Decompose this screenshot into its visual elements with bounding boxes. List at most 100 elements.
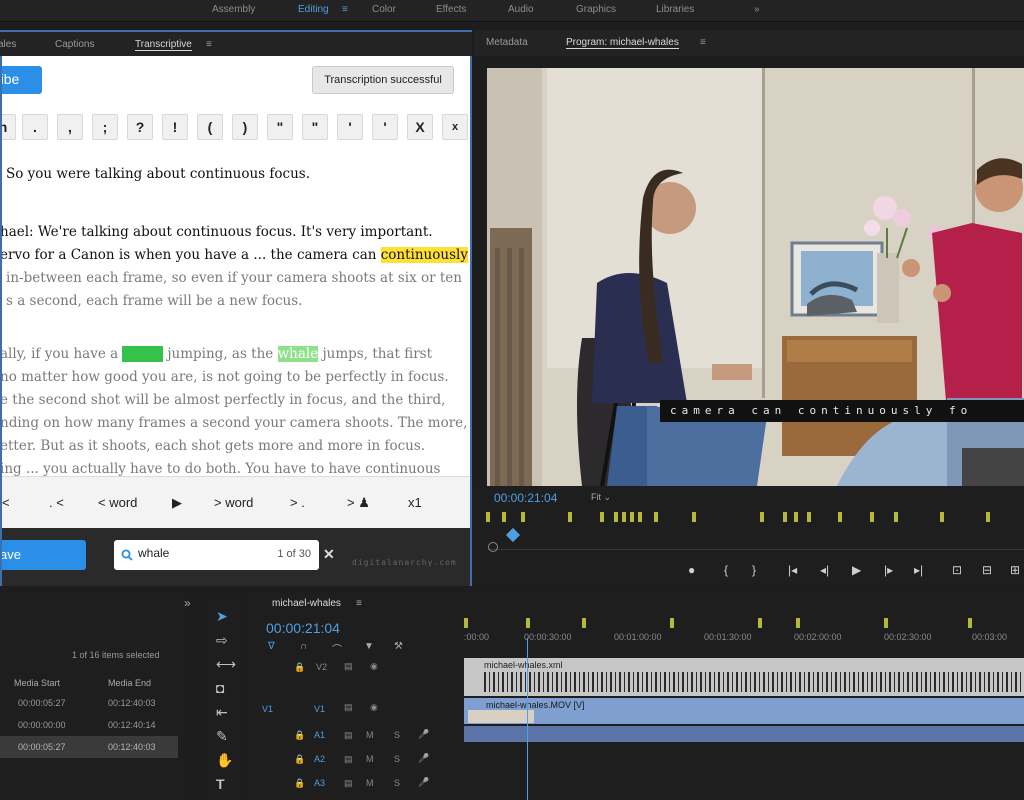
punct-semicolon-button[interactable]: ; xyxy=(92,114,118,140)
sequence-tab[interactable]: michael-whales xyxy=(272,598,341,609)
tab-menu-icon[interactable]: ≡ xyxy=(700,37,706,48)
punct-open-quote-button[interactable]: " xyxy=(267,114,293,140)
time-ruler[interactable]: :00:00 00:00:30:00 00:01:00:00 00:01:30:… xyxy=(464,616,1024,656)
marker[interactable] xyxy=(526,618,530,628)
clear-search-icon[interactable]: ✕ xyxy=(323,546,335,563)
razor-tool-icon[interactable]: ◘ xyxy=(216,680,224,696)
panel-more-icon[interactable]: » xyxy=(184,596,191,610)
sync-lock-icon[interactable]: ▤ xyxy=(344,730,353,741)
delete-space-button[interactable]: x xyxy=(442,114,468,140)
workspace-effects[interactable]: Effects xyxy=(436,4,466,15)
selection-tool-icon[interactable]: ➤ xyxy=(216,608,228,625)
punct-period-button[interactable]: . xyxy=(22,114,48,140)
highlighted-word[interactable]: continuously xyxy=(380,247,468,263)
extract-button[interactable]: ⊟ xyxy=(982,563,992,577)
table-row[interactable]: 00:00:00:00 00:12:40:14 xyxy=(0,714,178,736)
microphone-icon[interactable]: 🎤 xyxy=(418,729,429,740)
program-video-frame[interactable] xyxy=(487,68,1024,486)
eye-icon[interactable]: ◉ xyxy=(370,661,378,672)
go-to-in-button[interactable]: |◂ xyxy=(788,563,797,577)
track-select-tool-icon[interactable]: ⇨ xyxy=(216,632,228,649)
punct-comma-button[interactable]: , xyxy=(57,114,83,140)
punct-close-single-quote-button[interactable]: ' xyxy=(372,114,398,140)
playhead-line[interactable] xyxy=(527,638,528,800)
marker[interactable] xyxy=(968,618,972,628)
punct-question-button[interactable]: ? xyxy=(127,114,153,140)
tab-transcriptive[interactable]: Transcriptive xyxy=(135,39,192,51)
export-frame-button[interactable]: ⊞ xyxy=(1010,563,1020,577)
lift-button[interactable]: ⊡ xyxy=(952,563,962,577)
marker[interactable] xyxy=(486,512,490,522)
clip-mov-audio[interactable] xyxy=(464,726,1024,742)
workspace-color[interactable]: Color xyxy=(372,4,396,15)
marker[interactable] xyxy=(870,512,874,522)
mute-button[interactable]: M xyxy=(366,778,374,788)
search-input[interactable] xyxy=(138,546,258,560)
mute-button[interactable]: M xyxy=(366,730,374,740)
type-tool-icon[interactable]: T xyxy=(216,776,225,792)
sync-lock-icon[interactable]: ▤ xyxy=(344,702,353,713)
workspace-libraries[interactable]: Libraries xyxy=(656,4,694,15)
solo-button[interactable]: S xyxy=(394,754,400,764)
solo-button[interactable]: S xyxy=(394,730,400,740)
marker[interactable] xyxy=(986,512,990,522)
mark-out-button[interactable]: } xyxy=(752,563,756,577)
tab-menu-icon[interactable]: ≡ xyxy=(206,39,212,50)
prev-sentence-button[interactable]: < xyxy=(2,495,10,510)
marker[interactable] xyxy=(502,512,506,522)
settings-wrench-icon[interactable]: ⚒ xyxy=(394,641,403,652)
search-match[interactable]: whale xyxy=(277,346,319,362)
marker[interactable] xyxy=(783,512,787,522)
marker[interactable] xyxy=(796,618,800,628)
speed-button[interactable]: x1 xyxy=(408,495,422,510)
workspace-graphics[interactable]: Graphics xyxy=(576,4,616,15)
lock-icon[interactable]: 🔒 xyxy=(294,730,305,741)
prev-word-button[interactable]: < word xyxy=(98,495,137,510)
transcribe-button[interactable]: ribe xyxy=(2,66,42,94)
punct-close-paren-button[interactable]: ) xyxy=(232,114,258,140)
marker[interactable] xyxy=(760,512,764,522)
marker[interactable] xyxy=(884,618,888,628)
marker[interactable] xyxy=(894,512,898,522)
zoom-fit-dropdown[interactable]: Fit ⌄ xyxy=(591,492,611,503)
punct-button[interactable]: n xyxy=(2,114,16,140)
punct-open-paren-button[interactable]: ( xyxy=(197,114,223,140)
marker[interactable] xyxy=(630,512,634,522)
microphone-icon[interactable]: 🎤 xyxy=(418,777,429,788)
marker[interactable] xyxy=(600,512,604,522)
sync-lock-icon[interactable]: ▤ xyxy=(344,661,353,672)
sync-lock-icon[interactable]: ▤ xyxy=(344,754,353,765)
next-period-button[interactable]: > . xyxy=(290,495,305,510)
punct-close-quote-button[interactable]: " xyxy=(302,114,328,140)
delete-word-button[interactable]: X xyxy=(407,114,433,140)
marker[interactable] xyxy=(614,512,618,522)
search-match-current[interactable]: whale xyxy=(122,346,164,362)
scrub-bar[interactable] xyxy=(488,542,1024,550)
pen-tool-icon[interactable]: ✎ xyxy=(216,728,228,745)
save-button[interactable]: ave xyxy=(2,540,86,570)
play-button[interactable]: ▶ xyxy=(852,563,861,577)
marker[interactable] xyxy=(521,512,525,522)
marker[interactable] xyxy=(622,512,626,522)
marker[interactable] xyxy=(670,618,674,628)
workspace-audio[interactable]: Audio xyxy=(508,4,534,15)
marker[interactable] xyxy=(582,618,586,628)
lock-icon[interactable]: 🔒 xyxy=(294,754,305,765)
workspace-editing[interactable]: Editing xyxy=(298,4,329,15)
slip-tool-icon[interactable]: ⇤ xyxy=(216,704,228,721)
marker[interactable] xyxy=(794,512,798,522)
workspace-more-icon[interactable]: » xyxy=(754,4,760,15)
microphone-icon[interactable]: 🎤 xyxy=(418,753,429,764)
snap-icon[interactable]: ∇ xyxy=(268,641,275,652)
timeline-timecode[interactable]: 00:00:21:04 xyxy=(266,620,340,636)
table-row[interactable]: 00:00:05:27 00:12:40:03 xyxy=(0,692,178,714)
eye-icon[interactable]: ◉ xyxy=(370,702,378,713)
tab-captions-partial[interactable]: ales xyxy=(0,39,16,50)
ripple-edit-tool-icon[interactable]: ⟷ xyxy=(216,656,236,673)
next-speaker-button[interactable]: > ♟ xyxy=(347,495,370,511)
step-back-button[interactable]: ◂| xyxy=(820,563,829,577)
punct-exclamation-button[interactable]: ! xyxy=(162,114,188,140)
lock-icon[interactable]: 🔒 xyxy=(294,662,305,673)
marker[interactable] xyxy=(940,512,944,522)
workspace-menu-icon[interactable]: ≡ xyxy=(342,4,348,15)
